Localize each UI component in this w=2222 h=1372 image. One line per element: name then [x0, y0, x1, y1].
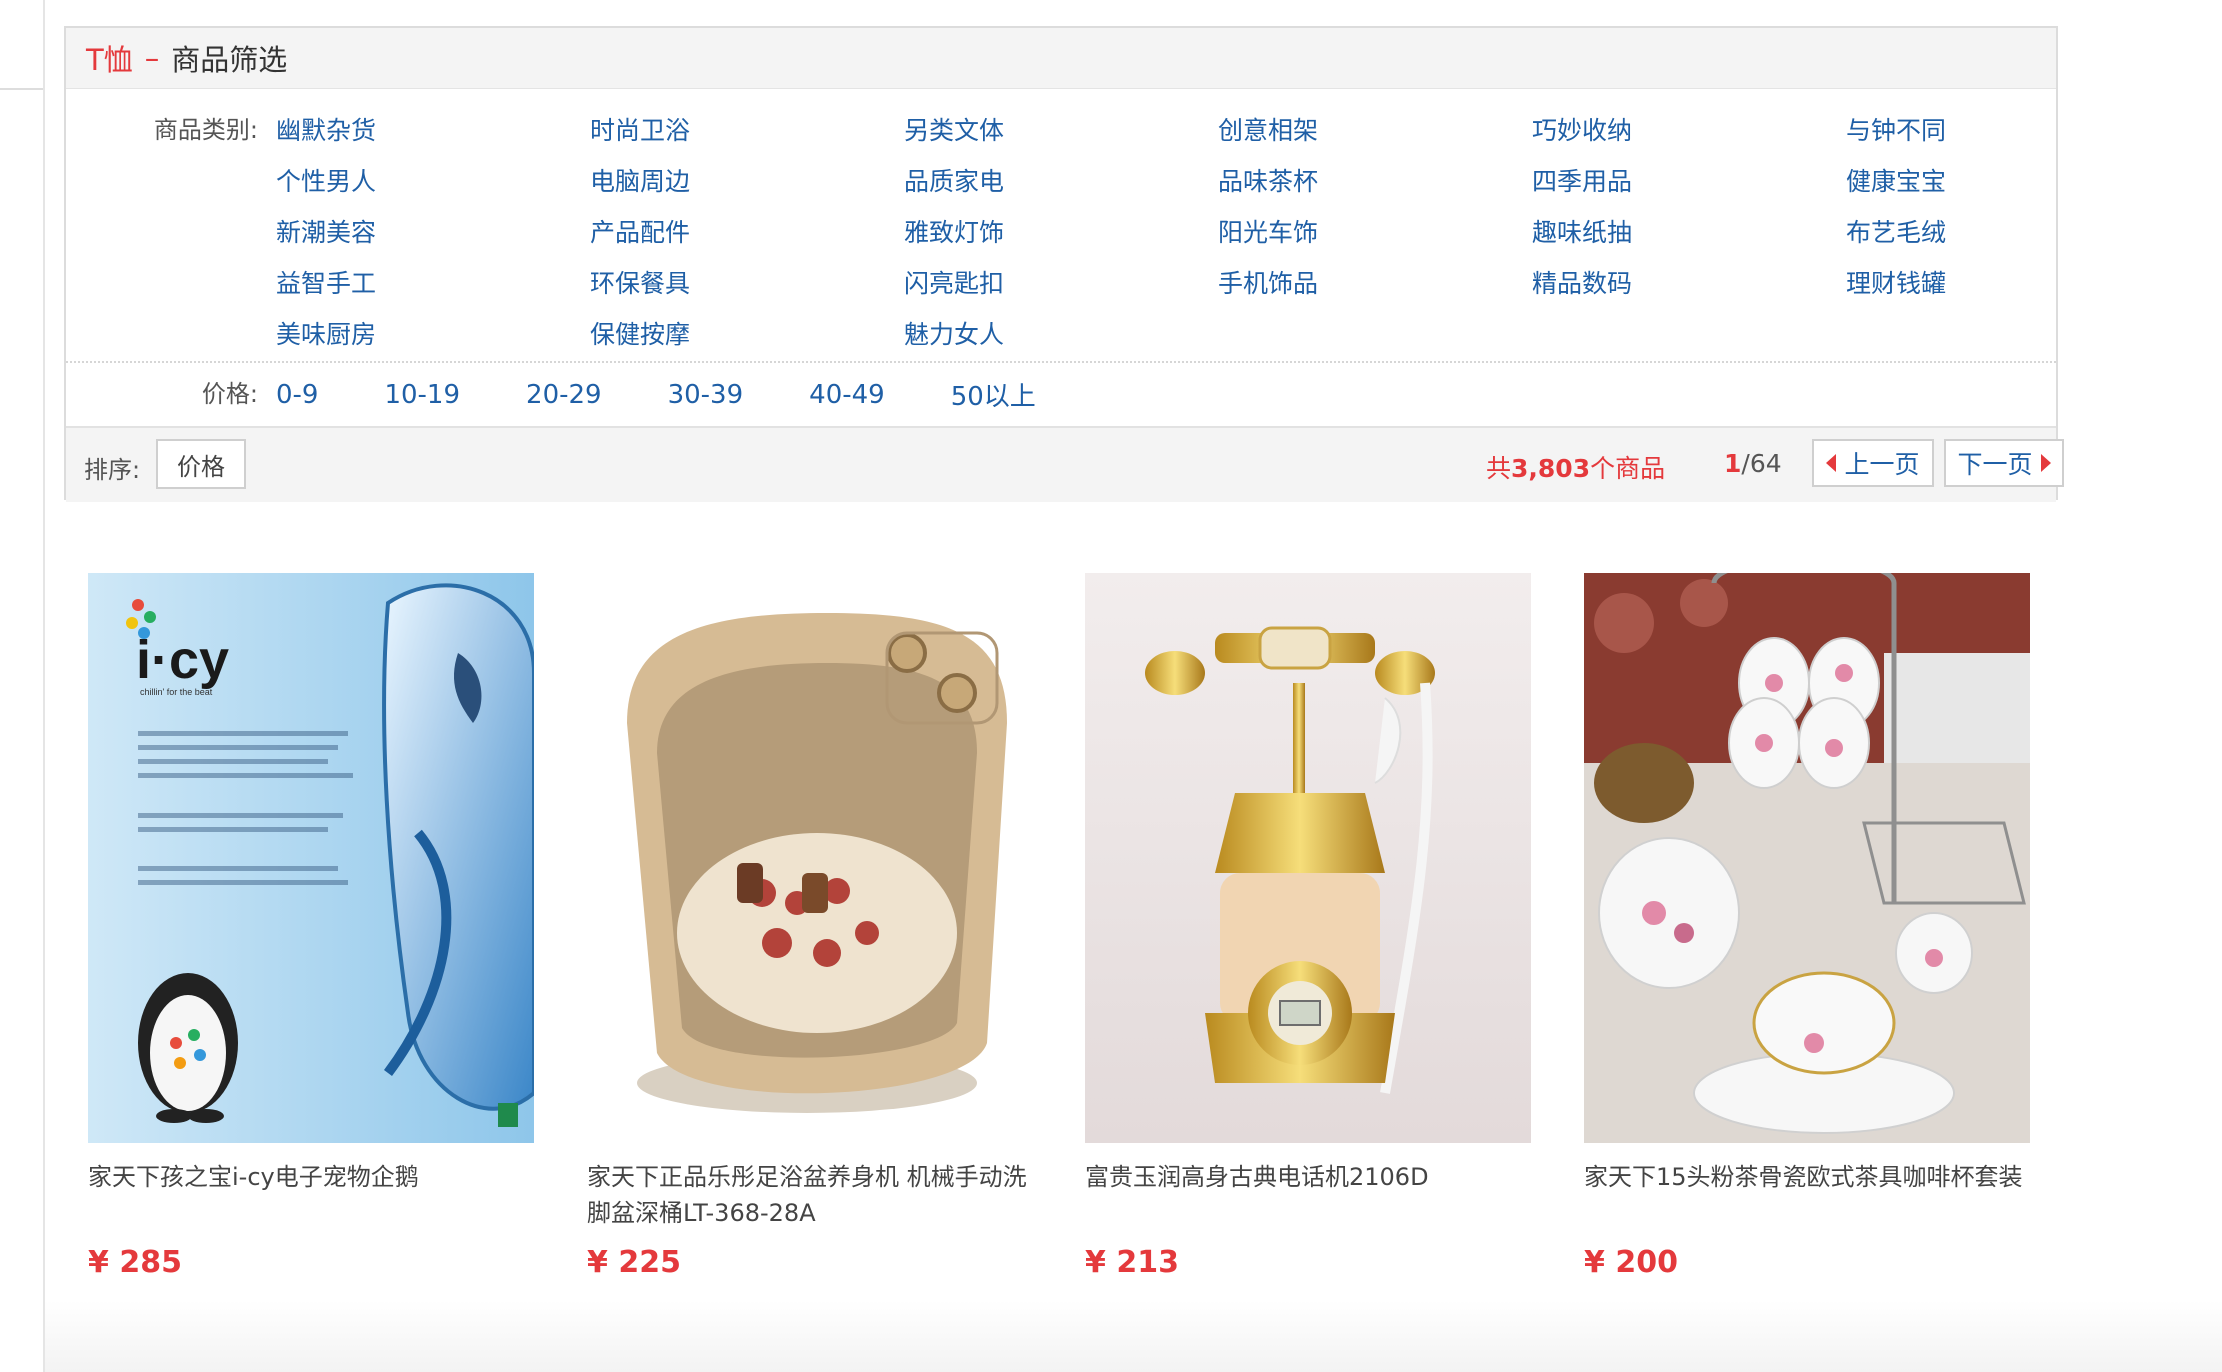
- price-label: 价格:: [201, 380, 258, 408]
- category-link[interactable]: 美味厨房: [276, 309, 590, 360]
- category-link[interactable]: 健康宝宝: [1846, 156, 2160, 207]
- icy-tagline-text: chillin' for the beat: [140, 687, 213, 697]
- header-separator: –: [144, 41, 160, 75]
- category-link[interactable]: 保健按摩: [590, 309, 904, 360]
- product-image-icy-penguin[interactable]: i·cy chillin' for the beat: [88, 573, 534, 1143]
- product-price: ¥ 200: [1584, 1245, 1678, 1280]
- category-grid: 幽默杂货 时尚卫浴 另类文体 创意相架 巧妙收纳 与钟不同个性男人 电脑周边 品质家电 品味茶杯…: [276, 105, 2160, 360]
- category-link[interactable]: 个性男人: [276, 156, 590, 207]
- product-price: ¥ 225: [587, 1245, 681, 1280]
- category-link[interactable]: 另类文体: [904, 105, 1218, 156]
- filter-header: T恤 – 商品筛选: [66, 28, 2056, 89]
- product-card[interactable]: 家天下正品乐彤足浴盆养身机 机械手动洗脚盆深桶LT-368-28A ¥ 225: [587, 573, 1033, 1280]
- page-total: /64: [1741, 449, 1782, 478]
- price-range-link[interactable]: 30-39: [668, 380, 744, 410]
- category-link[interactable]: 阳光车饰: [1218, 207, 1532, 258]
- price-range-link[interactable]: 10-19: [384, 380, 460, 410]
- category-link[interactable]: 环保餐具: [590, 258, 904, 309]
- category-link[interactable]: 电脑周边: [590, 156, 904, 207]
- category-link[interactable]: 品味茶杯: [1218, 156, 1532, 207]
- next-page-label: 下一页: [1957, 450, 2033, 479]
- prev-page-label: 上一页: [1844, 450, 1920, 479]
- category-link[interactable]: 益智手工: [276, 258, 590, 309]
- category-link[interactable]: 理财钱罐: [1846, 258, 2160, 309]
- price-range-link[interactable]: 20-29: [526, 380, 602, 410]
- prev-page-button[interactable]: 上一页: [1812, 439, 1934, 487]
- category-link[interactable]: 新潮美容: [276, 207, 590, 258]
- product-card[interactable]: 家天下15头粉茶骨瓷欧式茶具咖啡杯套装 ¥ 200: [1584, 573, 2030, 1280]
- category-link[interactable]: 手机饰品: [1218, 258, 1532, 309]
- category-link[interactable]: 产品配件: [590, 207, 904, 258]
- left-rail: [0, 0, 45, 1372]
- product-image-classic-telephone[interactable]: [1085, 573, 1531, 1143]
- category-link[interactable]: 雅致灯饰: [904, 207, 1218, 258]
- category-link[interactable]: 精品数码: [1532, 258, 1846, 309]
- price-range-link[interactable]: 0-9: [276, 380, 318, 410]
- category-link[interactable]: 幽默杂货: [276, 105, 590, 156]
- price-range-link[interactable]: 40-49: [809, 380, 885, 410]
- category-link[interactable]: 闪亮匙扣: [904, 258, 1218, 309]
- filter-title: 商品筛选: [171, 43, 288, 77]
- category-link[interactable]: 时尚卫浴: [590, 105, 904, 156]
- total-number: 3,803: [1511, 454, 1591, 483]
- product-card[interactable]: i·cy chillin' for the beat 家天下孩之宝i-cy电子宠…: [88, 573, 534, 1280]
- bottom-fade: [45, 1300, 2222, 1372]
- product-name[interactable]: 家天下15头粉茶骨瓷欧式茶具咖啡杯套装: [1584, 1159, 2030, 1231]
- current-page: 1: [1724, 449, 1742, 478]
- category-link[interactable]: 创意相架: [1218, 105, 1532, 156]
- next-page-button[interactable]: 下一页: [1944, 439, 2064, 487]
- total-count: 共3,803个商品: [1486, 449, 1665, 485]
- category-filter-row: 商品类别: 幽默杂货 时尚卫浴 另类文体 创意相架 巧妙收纳 与钟不同 个性男人 电脑周边 品质…: [66, 89, 2056, 363]
- product-card[interactable]: 富贵玉润高身古典电话机2106D ¥ 213: [1085, 573, 1531, 1280]
- product-image-foot-bath[interactable]: [587, 573, 1033, 1143]
- product-name[interactable]: 家天下正品乐彤足浴盆养身机 机械手动洗脚盆深桶LT-368-28A: [587, 1159, 1033, 1231]
- total-prefix: 共: [1486, 454, 1512, 483]
- price-range-link[interactable]: 50以上: [951, 376, 1036, 413]
- filter-panel: T恤 – 商品筛选 商品类别: 幽默杂货 时尚卫浴 另类文体 创意相架 巧妙收纳 与钟不同…: [64, 26, 2064, 502]
- product-name[interactable]: 富贵玉润高身古典电话机2106D: [1085, 1159, 1531, 1231]
- category-link[interactable]: 品质家电: [904, 156, 1218, 207]
- product-price: ¥ 285: [88, 1245, 182, 1280]
- category-link[interactable]: 趣味纸抽: [1532, 207, 1846, 258]
- arrow-left-icon: [1826, 454, 1837, 472]
- category-label: 商品类别:: [153, 116, 258, 144]
- price-list: 0-9 10-19 20-29 30-39 40-49 50以上: [276, 363, 1102, 426]
- arrow-right-icon: [2040, 454, 2051, 472]
- current-category: T恤: [86, 43, 133, 77]
- category-link[interactable]: 四季用品: [1532, 156, 1846, 207]
- sort-by-price-button[interactable]: 价格: [156, 439, 246, 489]
- price-filter-row: 价格: 0-9 10-19 20-29 30-39 40-49 50以上: [66, 363, 2056, 428]
- category-link[interactable]: 布艺毛绒: [1846, 207, 2160, 258]
- icy-brand-text: i·cy: [136, 630, 229, 690]
- product-price: ¥ 213: [1085, 1245, 1179, 1280]
- sort-label: 排序:: [84, 456, 141, 484]
- product-image-tea-set[interactable]: [1584, 573, 2030, 1143]
- category-link[interactable]: 魅力女人: [904, 309, 1218, 360]
- category-link[interactable]: 与钟不同: [1846, 105, 2160, 156]
- total-suffix: 个商品: [1590, 454, 1666, 483]
- sort-bar: 排序: 价格 共3,803个商品 1/64 上一页 下一页: [66, 428, 2064, 502]
- category-link[interactable]: 巧妙收纳: [1532, 105, 1846, 156]
- page-indicator: 1/64: [1724, 449, 1782, 478]
- product-name[interactable]: 家天下孩之宝i-cy电子宠物企鹅: [88, 1159, 534, 1231]
